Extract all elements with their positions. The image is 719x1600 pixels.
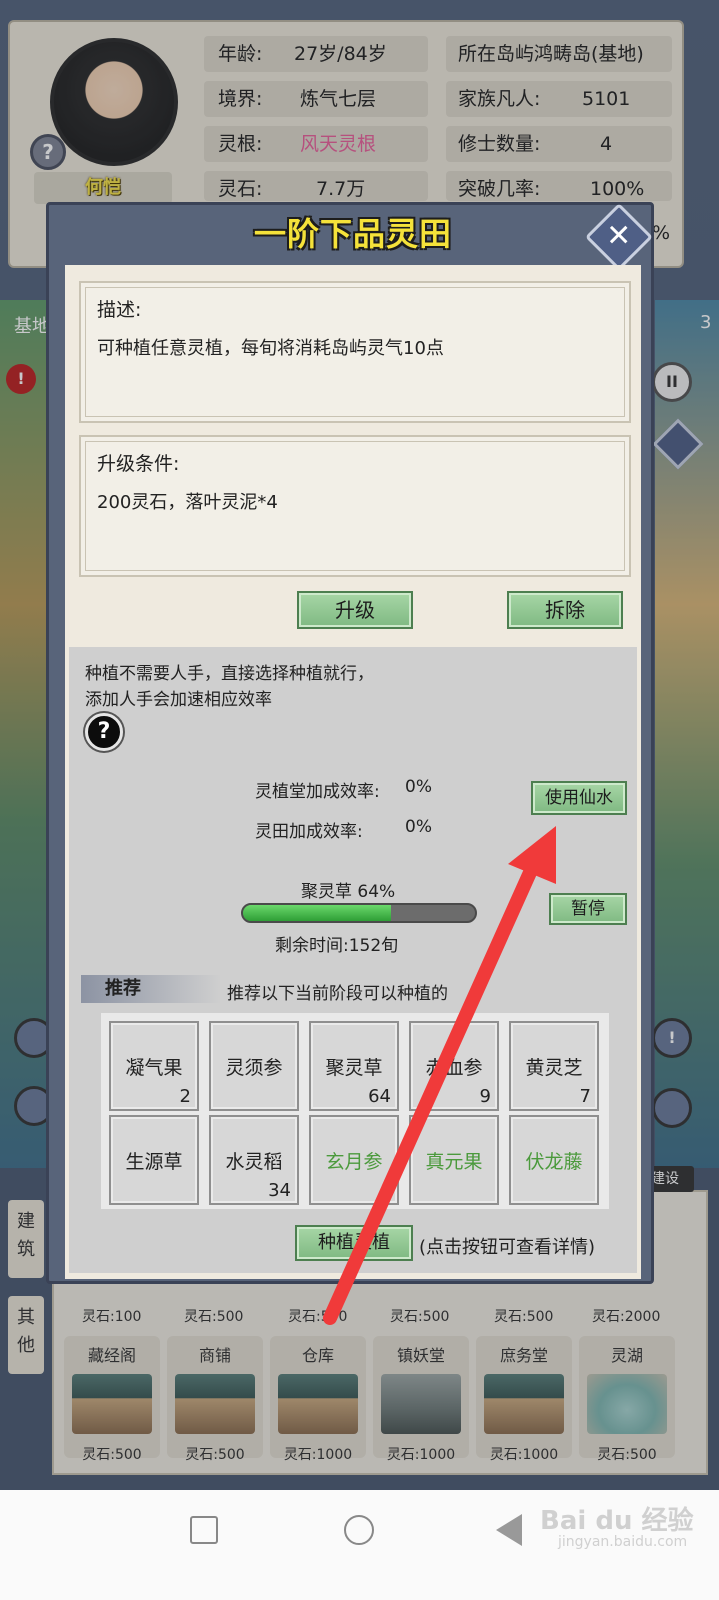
arrow-shaft — [323, 861, 539, 1325]
annotation-arrow — [323, 826, 556, 1325]
